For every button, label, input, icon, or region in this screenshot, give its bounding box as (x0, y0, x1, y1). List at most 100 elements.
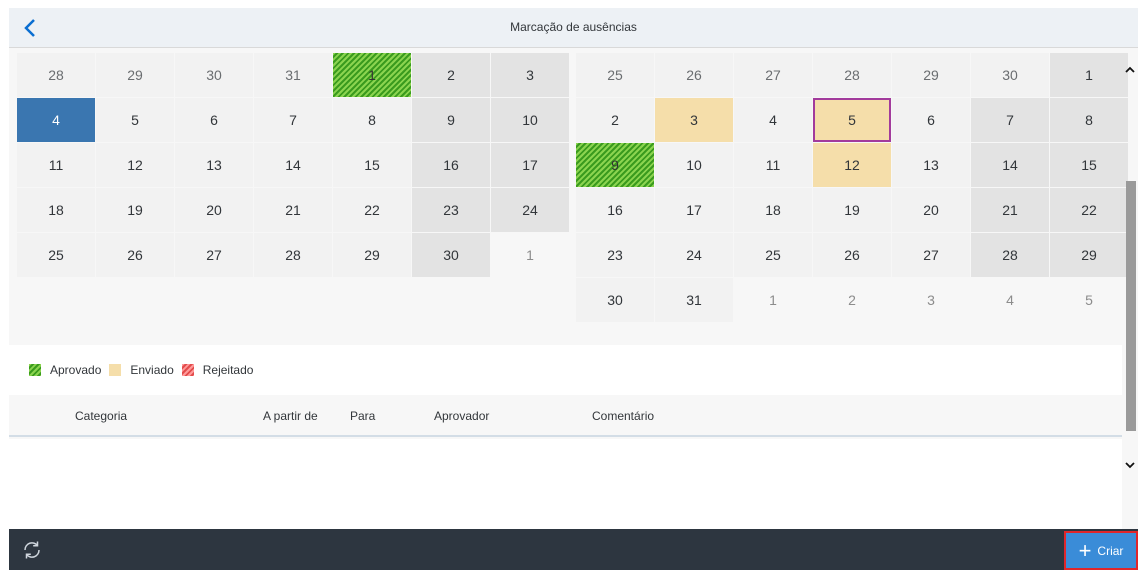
right-day-cell[interactable]: 10 (655, 143, 733, 187)
right-day-cell[interactable]: 16 (576, 188, 654, 232)
scrollbar-thumb[interactable] (1126, 181, 1136, 431)
left-day-cell[interactable]: 18 (17, 188, 95, 232)
chevron-up-icon[interactable] (1124, 63, 1136, 77)
left-day-cell[interactable]: 25 (17, 233, 95, 277)
refresh-icon[interactable] (21, 539, 43, 561)
right-day-cell[interactable]: 27 (734, 53, 812, 97)
right-day-cell[interactable]: 7 (971, 98, 1049, 142)
left-day-cell[interactable]: 16 (412, 143, 490, 187)
left-day-cell[interactable]: 17 (491, 143, 569, 187)
left-day-cell[interactable]: 31 (254, 53, 332, 97)
right-day-cell[interactable]: 13 (892, 143, 970, 187)
left-day-cell[interactable]: 13 (175, 143, 253, 187)
right-day-cell[interactable]: 1 (1050, 53, 1128, 97)
left-day-cell[interactable]: 4 (17, 98, 95, 142)
right-day-cell[interactable]: 14 (971, 143, 1049, 187)
right-day-cell[interactable]: 18 (734, 188, 812, 232)
right-day-cell[interactable]: 20 (892, 188, 970, 232)
left-day-cell[interactable]: 24 (491, 188, 569, 232)
left-day-cell[interactable]: 23 (412, 188, 490, 232)
right-day-cell[interactable]: 28 (813, 53, 891, 97)
left-day-cell[interactable]: 27 (175, 233, 253, 277)
right-day-cell[interactable]: 11 (734, 143, 812, 187)
calendar-month-left: 28 29 30 31 1 2 3 4 5 6 7 8 9 10 11 12 13 14 15 16 17 18 19 20 2… (17, 53, 569, 277)
left-day-cell[interactable]: 1 (491, 233, 569, 277)
left-day-cell[interactable]: 29 (333, 233, 411, 277)
legend-sent-label: Enviado (130, 363, 174, 377)
column-header-comment[interactable]: Comentário (592, 409, 654, 423)
right-day-cell[interactable]: 25 (576, 53, 654, 97)
right-day-cell[interactable]: 30 (971, 53, 1049, 97)
left-day-cell[interactable]: 28 (17, 53, 95, 97)
right-day-cell[interactable]: 26 (655, 53, 733, 97)
right-day-cell[interactable]: 12 (813, 143, 891, 187)
right-day-cell[interactable]: 4 (734, 98, 812, 142)
right-day-cell[interactable]: 27 (892, 233, 970, 277)
left-day-cell[interactable]: 29 (96, 53, 174, 97)
right-day-cell[interactable]: 26 (813, 233, 891, 277)
right-day-cell[interactable]: 17 (655, 188, 733, 232)
right-day-cell[interactable]: 2 (576, 98, 654, 142)
left-day-cell[interactable]: 6 (175, 98, 253, 142)
column-header-to[interactable]: Para (350, 409, 375, 423)
right-day-cell[interactable]: 1 (734, 278, 812, 322)
left-day-cell[interactable]: 10 (491, 98, 569, 142)
right-day-cell[interactable]: 8 (1050, 98, 1128, 142)
right-day-cell[interactable]: 19 (813, 188, 891, 232)
left-day-cell[interactable]: 26 (96, 233, 174, 277)
left-day-cell[interactable]: 19 (96, 188, 174, 232)
legend-rejected-label: Rejeitado (202, 363, 254, 377)
column-header-approver[interactable]: Aprovador (434, 409, 489, 423)
right-day-cell[interactable]: 9 (576, 143, 654, 187)
right-day-cell[interactable]: 29 (892, 53, 970, 97)
right-day-cell[interactable]: 21 (971, 188, 1049, 232)
right-day-cell[interactable]: 29 (1050, 233, 1128, 277)
right-day-cell[interactable]: 6 (892, 98, 970, 142)
left-day-cell[interactable]: 3 (491, 53, 569, 97)
left-day-cell[interactable]: 15 (333, 143, 411, 187)
left-day-cell[interactable]: 5 (96, 98, 174, 142)
left-day-cell[interactable]: 22 (333, 188, 411, 232)
left-day-cell[interactable]: 14 (254, 143, 332, 187)
legend-approved: Aprovado (29, 363, 101, 377)
right-day-cell[interactable]: 25 (734, 233, 812, 277)
create-button[interactable]: + Criar (1064, 531, 1138, 570)
right-day-cell[interactable]: 4 (971, 278, 1049, 322)
legend: Aprovado Enviado Rejeitado (9, 345, 1122, 395)
right-day-cell[interactable]: 22 (1050, 188, 1128, 232)
legend-rejected: Rejeitado (181, 363, 254, 377)
right-day-cell[interactable]: 5 (813, 98, 891, 142)
left-day-cell[interactable]: 1 (333, 53, 411, 97)
right-day-cell[interactable]: 2 (813, 278, 891, 322)
right-day-cell[interactable]: 3 (892, 278, 970, 322)
right-day-cell[interactable]: 3 (655, 98, 733, 142)
right-day-cell[interactable]: 23 (576, 233, 654, 277)
approved-swatch (29, 364, 41, 376)
column-header-category[interactable]: Categoria (75, 409, 127, 423)
plus-icon: + (1078, 537, 1092, 563)
left-day-cell[interactable]: 7 (254, 98, 332, 142)
header-bar: Marcação de ausências (9, 8, 1138, 48)
right-day-cell[interactable]: 28 (971, 233, 1049, 277)
left-day-cell[interactable]: 2 (412, 53, 490, 97)
right-day-cell[interactable]: 5 (1050, 278, 1128, 322)
legend-approved-label: Aprovado (50, 363, 102, 377)
left-day-cell[interactable]: 21 (254, 188, 332, 232)
right-day-cell[interactable]: 31 (655, 278, 733, 322)
left-day-cell[interactable]: 20 (175, 188, 253, 232)
right-day-cell[interactable]: 30 (576, 278, 654, 322)
left-day-cell[interactable]: 11 (17, 143, 95, 187)
right-day-cell[interactable]: 15 (1050, 143, 1128, 187)
left-day-cell[interactable]: 30 (175, 53, 253, 97)
chevron-down-icon[interactable] (1124, 458, 1136, 472)
table-body (9, 439, 1122, 529)
left-day-cell[interactable]: 28 (254, 233, 332, 277)
left-day-cell[interactable]: 9 (412, 98, 490, 142)
right-day-cell[interactable]: 24 (655, 233, 733, 277)
left-day-cell[interactable]: 30 (412, 233, 490, 277)
left-day-cell[interactable]: 12 (96, 143, 174, 187)
left-day-cell[interactable]: 8 (333, 98, 411, 142)
column-header-from[interactable]: A partir de (263, 409, 318, 423)
scrollbar[interactable] (1122, 63, 1138, 473)
sent-swatch (109, 364, 122, 376)
